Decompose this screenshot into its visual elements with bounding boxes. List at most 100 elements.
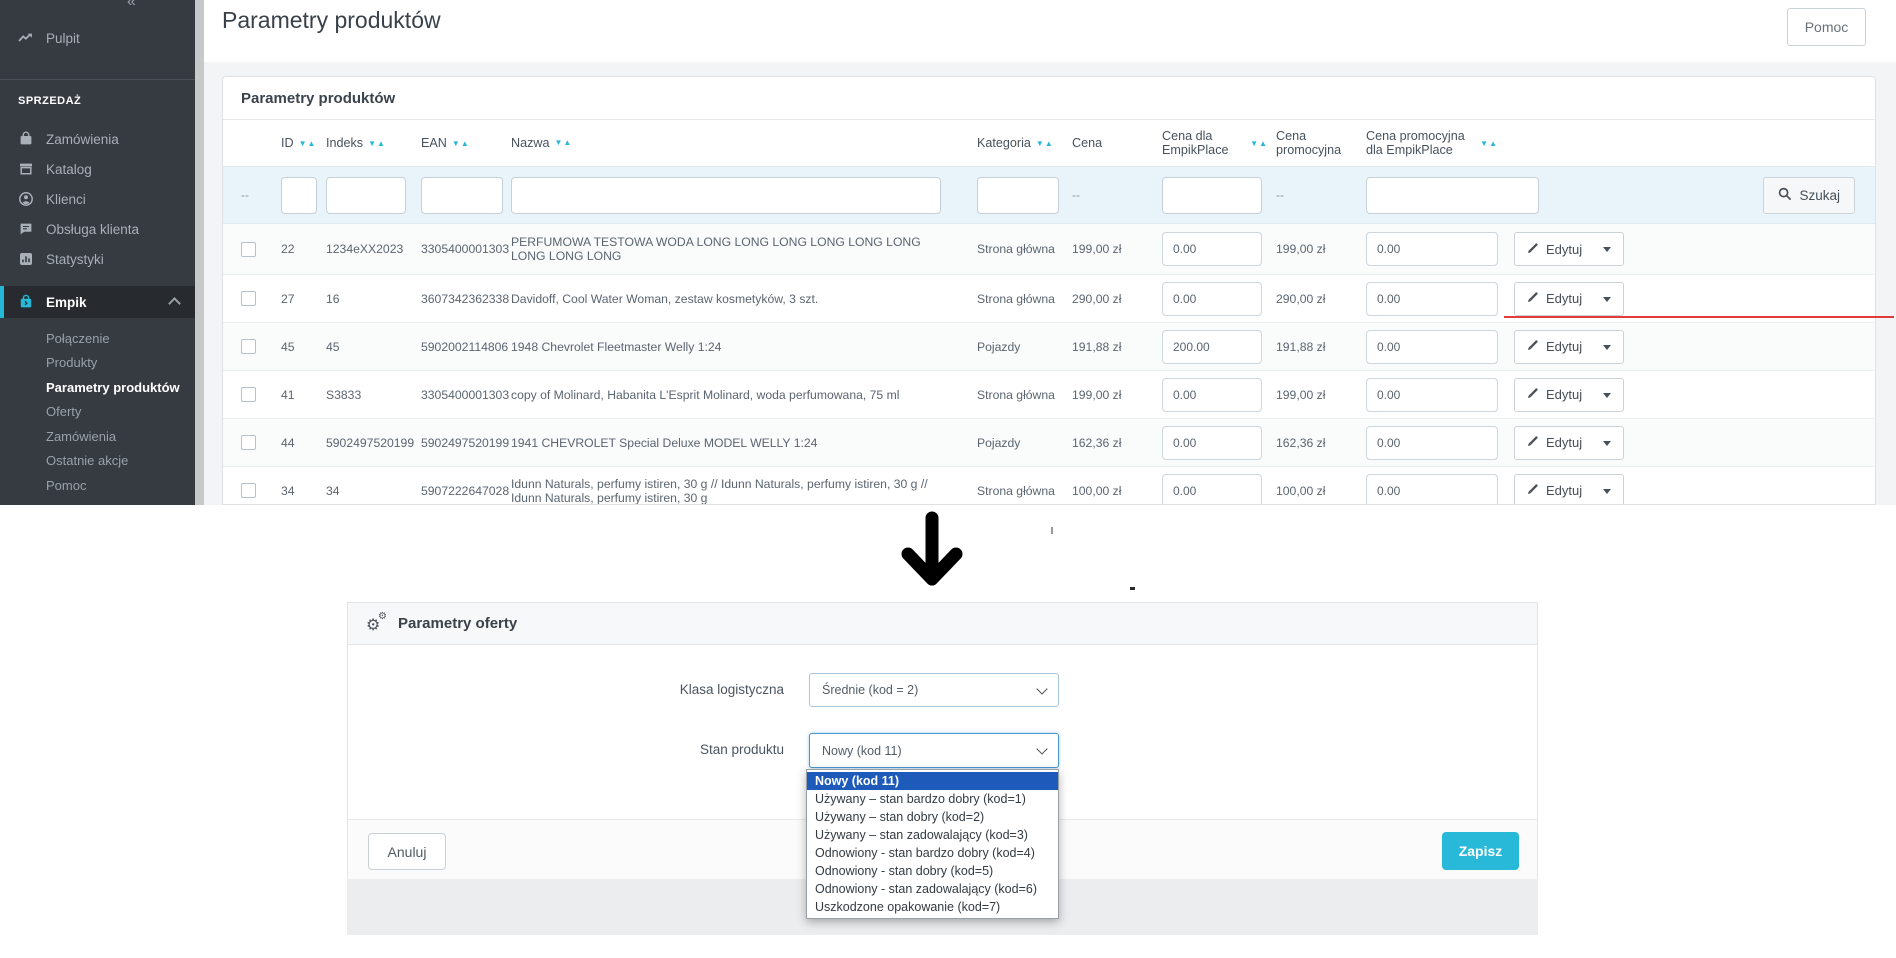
row-checkbox[interactable]	[241, 291, 256, 306]
filter-cell-cena-promocyjna: --	[1276, 188, 1366, 202]
price-empikplace-input[interactable]	[1162, 473, 1262, 504]
row-checkbox[interactable]	[241, 435, 256, 450]
dropdown-option[interactable]: Odnowiony - stan dobry (kod=5)	[807, 862, 1058, 880]
edit-button[interactable]: Edytuj	[1514, 232, 1625, 266]
promo-price-empikplace-input-cell	[1366, 473, 1506, 504]
dropdown-option[interactable]: Uszkodzone opakowanie (kod=7)	[807, 898, 1058, 916]
dropdown-option[interactable]: Odnowiony - stan zadowalający (kod=6)	[807, 880, 1058, 898]
sidebar-item-pulpit[interactable]: Pulpit	[0, 22, 195, 54]
sidebar-item-empik[interactable]: Empik	[0, 286, 195, 318]
sidebar-subitem-parametry-produktow[interactable]: Parametry produktów	[0, 375, 195, 400]
price-empikplace-input[interactable]	[1162, 232, 1262, 266]
price-empikplace-input[interactable]	[1162, 329, 1262, 364]
product-condition-select[interactable]: Nowy (kod 11)	[809, 733, 1059, 768]
promo-price-empikplace-input[interactable]	[1366, 377, 1498, 412]
stray-mark	[1130, 587, 1135, 590]
column-header-cena-dla-empikplace[interactable]: Cena dla EmpikPlace ▼▲	[1162, 129, 1276, 157]
column-header-indeks[interactable]: Indeks ▼▲	[326, 136, 421, 150]
sidebar-subitem-oferty[interactable]: Oferty	[0, 400, 195, 425]
filter-input-nazwa[interactable]	[511, 176, 941, 214]
sidebar-item-statystyki[interactable]: Statystyki	[0, 244, 195, 274]
row-checkbox[interactable]	[241, 387, 256, 402]
cell-cena-promocyjna-value: 100,00 zł	[1276, 483, 1326, 498]
sidebar-subitem-ostatnie-akcje[interactable]: Ostatnie akcje	[0, 449, 195, 474]
filter-input-cena-promocyjna-dla-empikplace[interactable]	[1366, 176, 1539, 214]
dropdown-option[interactable]: Nowy (kod 11)	[807, 772, 1058, 790]
edit-button[interactable]: Edytuj	[1514, 281, 1625, 316]
cell-cena-promocyjna: 290,00 zł	[1276, 292, 1366, 306]
promo-price-empikplace-input[interactable]	[1366, 281, 1498, 316]
sidebar-item-obsluga-klienta[interactable]: Obsługa klienta	[0, 214, 195, 244]
filter-input-ean[interactable]	[421, 176, 503, 214]
price-empikplace-input-cell	[1162, 377, 1276, 412]
help-button[interactable]: Pomoc	[1787, 8, 1866, 46]
column-header-id[interactable]: ID ▼▲	[281, 136, 326, 150]
sidebar-item-label: Empik	[46, 294, 87, 310]
page: « Pulpit SPRZEDAŻ Zamówienia Katalog Klien…	[0, 0, 1896, 958]
column-header-nazwa[interactable]: Nazwa ▼▲	[511, 136, 977, 150]
promo-price-empikplace-input[interactable]	[1366, 425, 1498, 460]
column-header-kategoria[interactable]: Kategoria ▼▲	[977, 136, 1072, 150]
sort-icon[interactable]: ▼▲	[555, 136, 573, 150]
sidebar-collapse-icon[interactable]: «	[127, 0, 136, 11]
column-header-cena-promocyjna-dla-empikplace[interactable]: Cena promocyjna dla EmpikPlace ▼▲	[1366, 129, 1506, 157]
column-label: Indeks	[326, 136, 364, 150]
save-button[interactable]: Zapisz	[1442, 832, 1519, 870]
filter-input-cena-dla-empikplace[interactable]	[1162, 176, 1262, 214]
search-button[interactable]: Szukaj	[1763, 176, 1855, 214]
row-checkbox[interactable]	[241, 483, 256, 498]
sidebar-subitem-zamowienia[interactable]: Zamówienia	[0, 424, 195, 449]
sort-icon[interactable]: ▼▲	[1480, 139, 1498, 148]
sidebar-subitem-produkty[interactable]: Produkty	[0, 351, 195, 376]
cell-nazwa: Davidoff, Cool Water Woman, zestaw kosme…	[511, 292, 977, 306]
promo-price-empikplace-input[interactable]	[1366, 473, 1498, 504]
filter-dash: --	[1072, 188, 1080, 202]
filter-cell-ean	[421, 176, 511, 214]
sort-icon[interactable]: ▼▲	[368, 139, 386, 148]
cell-indeks: 5902497520199	[326, 436, 421, 450]
edit-button[interactable]: Edytuj	[1514, 425, 1625, 460]
filter-input-id[interactable]	[281, 176, 317, 214]
sidebar-scrollbar[interactable]	[195, 0, 204, 505]
row-checkbox[interactable]	[241, 339, 256, 354]
cell-cena: 191,88 zł	[1072, 340, 1162, 354]
row-checkbox-cell	[241, 291, 281, 306]
filter-input-kategoria[interactable]	[977, 176, 1059, 214]
row-checkbox[interactable]	[241, 241, 256, 257]
filter-cell-indeks	[326, 176, 421, 214]
price-empikplace-input[interactable]	[1162, 377, 1262, 412]
price-empikplace-input-cell	[1162, 329, 1276, 364]
sidebar-item-katalog[interactable]: Katalog	[0, 154, 195, 184]
dropdown-option[interactable]: Używany – stan zadowalający (kod=3)	[807, 826, 1058, 844]
cell-kategoria: Pojazdy	[977, 340, 1072, 354]
dropdown-option[interactable]: Używany – stan dobry (kod=2)	[807, 808, 1058, 826]
cell-indeks-value: 45	[326, 339, 340, 354]
cell-cena-promocyjna: 199,00 zł	[1276, 388, 1366, 402]
sort-icon[interactable]: ▼▲	[1036, 139, 1054, 148]
edit-button[interactable]: Edytuj	[1514, 329, 1625, 364]
filter-input-indeks[interactable]	[326, 176, 406, 214]
sidebar-item-klienci[interactable]: Klienci	[0, 184, 195, 214]
price-empikplace-input[interactable]	[1162, 281, 1262, 316]
sort-icon[interactable]: ▼▲	[1250, 139, 1268, 148]
sort-icon[interactable]: ▼▲	[299, 139, 317, 148]
logistic-class-select[interactable]: Średnie (kod = 2)	[809, 673, 1059, 707]
search-button-label: Szukaj	[1799, 187, 1840, 203]
sort-icon[interactable]: ▼▲	[452, 139, 470, 148]
cell-indeks: 45	[326, 340, 421, 354]
edit-button[interactable]: Edytuj	[1514, 377, 1625, 412]
pencil-icon	[1527, 387, 1539, 402]
cell-ean-value: 3305400001303	[421, 242, 510, 256]
sidebar-subitem-pomoc[interactable]: Pomoc	[0, 473, 195, 498]
chat-icon	[18, 221, 34, 237]
dropdown-option[interactable]: Używany – stan bardzo dobry (kod=1)	[807, 790, 1058, 808]
promo-price-empikplace-input[interactable]	[1366, 329, 1498, 364]
column-header-ean[interactable]: EAN ▼▲	[421, 136, 511, 150]
edit-button[interactable]: Edytuj	[1514, 473, 1625, 504]
sidebar-item-zamowienia[interactable]: Zamówienia	[0, 124, 195, 154]
price-empikplace-input[interactable]	[1162, 425, 1262, 460]
cancel-button[interactable]: Anuluj	[368, 833, 446, 870]
dropdown-option[interactable]: Odnowiony - stan bardzo dobry (kod=4)	[807, 844, 1058, 862]
promo-price-empikplace-input[interactable]	[1366, 232, 1498, 266]
sidebar-subitem-polaczenie[interactable]: Połączenie	[0, 326, 195, 351]
